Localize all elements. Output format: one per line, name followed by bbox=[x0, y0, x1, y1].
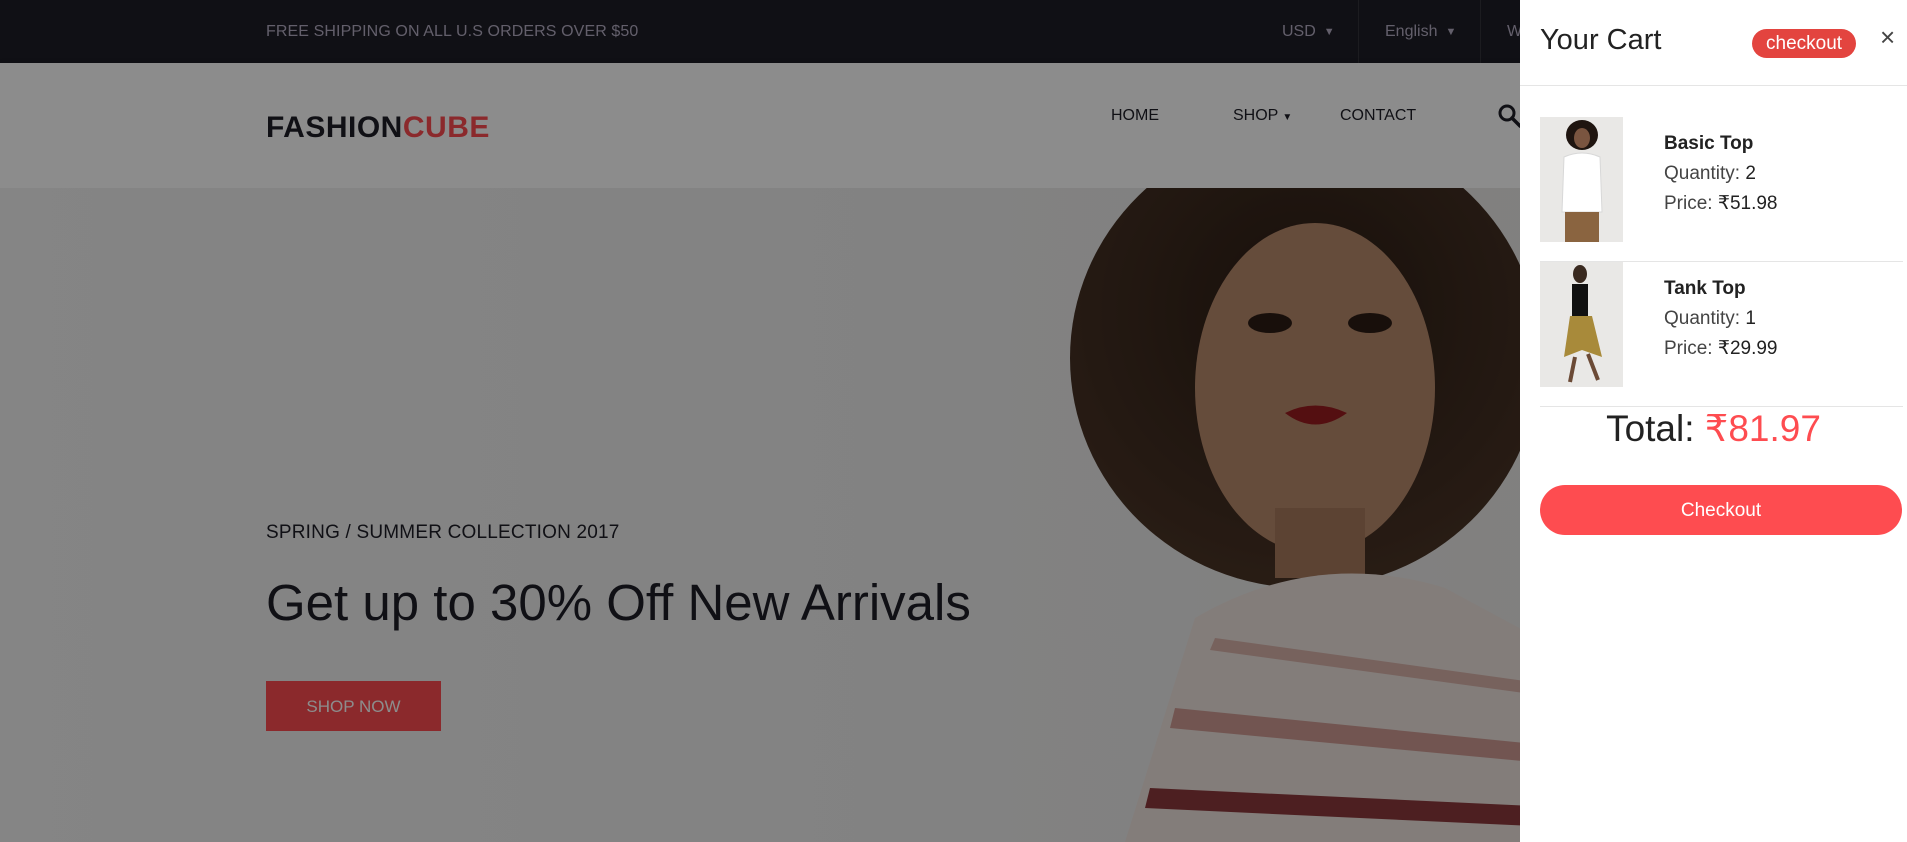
cart-backdrop-overlay[interactable] bbox=[0, 0, 1520, 842]
cart-item: Tank Top Quantity: 1 Price: ₹29.99 bbox=[1540, 262, 1903, 407]
cart-item-name: Basic Top bbox=[1664, 133, 1754, 154]
cart-panel: Your Cart checkout × Basic Top Quantity:… bbox=[1520, 0, 1907, 842]
cart-item-price: ₹51.98 bbox=[1717, 193, 1778, 214]
total-amount: ₹81.97 bbox=[1704, 408, 1821, 449]
quantity-label: Quantity: bbox=[1664, 308, 1741, 329]
cart-item-info: Tank Top Quantity: 1 Price: ₹29.99 bbox=[1664, 274, 1778, 364]
product-thumbnail[interactable] bbox=[1540, 262, 1623, 387]
product-thumbnail[interactable] bbox=[1540, 117, 1623, 242]
cart-item-price: ₹29.99 bbox=[1717, 338, 1778, 359]
cart-item-info: Basic Top Quantity: 2 Price: ₹51.98 bbox=[1664, 129, 1778, 219]
cart-item-quantity: 1 bbox=[1745, 308, 1756, 329]
cart-item-quantity-row: Quantity: 2 bbox=[1664, 159, 1778, 189]
cart-header: Your Cart checkout × bbox=[1520, 0, 1907, 86]
checkout-badge-button[interactable]: checkout bbox=[1752, 29, 1857, 58]
cart-item-quantity-row: Quantity: 1 bbox=[1664, 304, 1778, 334]
total-label: Total: bbox=[1606, 408, 1695, 449]
cart-item-name: Tank Top bbox=[1664, 278, 1746, 299]
cart-item-quantity: 2 bbox=[1745, 163, 1756, 184]
price-label: Price: bbox=[1664, 338, 1713, 359]
price-label: Price: bbox=[1664, 193, 1713, 214]
close-icon[interactable]: × bbox=[1880, 22, 1895, 53]
cart-title: Your Cart bbox=[1540, 24, 1662, 56]
quantity-label: Quantity: bbox=[1664, 163, 1741, 184]
cart-item-price-row: Price: ₹51.98 bbox=[1664, 189, 1778, 219]
cart-total: Total: ₹81.97 bbox=[1520, 407, 1907, 450]
checkout-button[interactable]: Checkout bbox=[1540, 485, 1902, 535]
cart-item: Basic Top Quantity: 2 Price: ₹51.98 bbox=[1540, 117, 1903, 262]
cart-item-price-row: Price: ₹29.99 bbox=[1664, 334, 1778, 364]
